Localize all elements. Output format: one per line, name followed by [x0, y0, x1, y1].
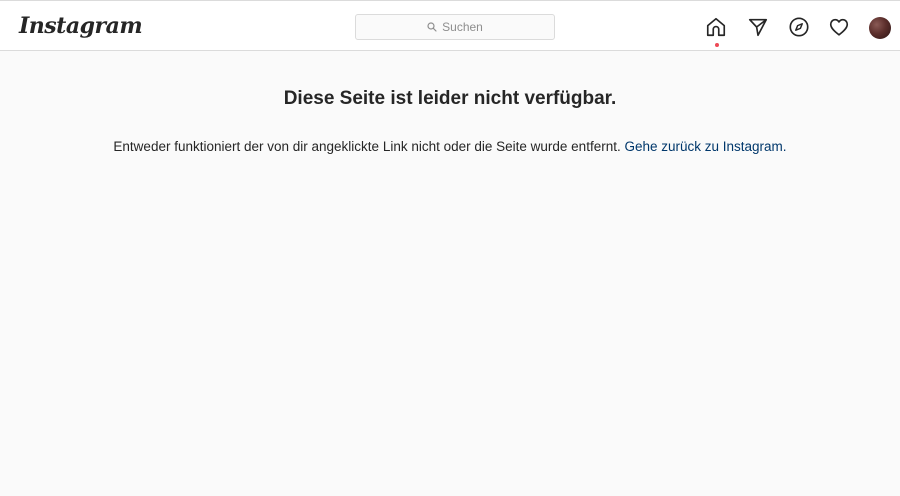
direct-message-icon[interactable] [746, 15, 770, 39]
top-navigation-bar: Instagram Suchen [0, 1, 900, 51]
page-title: Diese Seite ist leider nicht verfügbar. [283, 88, 617, 109]
instagram-logo[interactable]: Instagram [19, 12, 143, 40]
search-icon [427, 22, 437, 32]
home-icon[interactable] [704, 15, 728, 39]
nav-icons [704, 15, 894, 47]
error-message: Entweder funktioniert der von dir angekl… [0, 138, 900, 156]
explore-icon[interactable] [787, 15, 811, 39]
page: Instagram Suchen Diese Seite ist leider … [0, 0, 900, 496]
error-message-text: Entweder funktioniert der von dir angekl… [113, 139, 621, 154]
search-placeholder: Suchen [442, 20, 483, 34]
activity-heart-icon[interactable] [827, 15, 851, 39]
profile-avatar[interactable] [869, 17, 891, 39]
search-input[interactable]: Suchen [355, 14, 555, 40]
home-active-dot [715, 43, 719, 47]
back-to-instagram-link[interactable]: Gehe zurück zu Instagram. [624, 139, 786, 154]
